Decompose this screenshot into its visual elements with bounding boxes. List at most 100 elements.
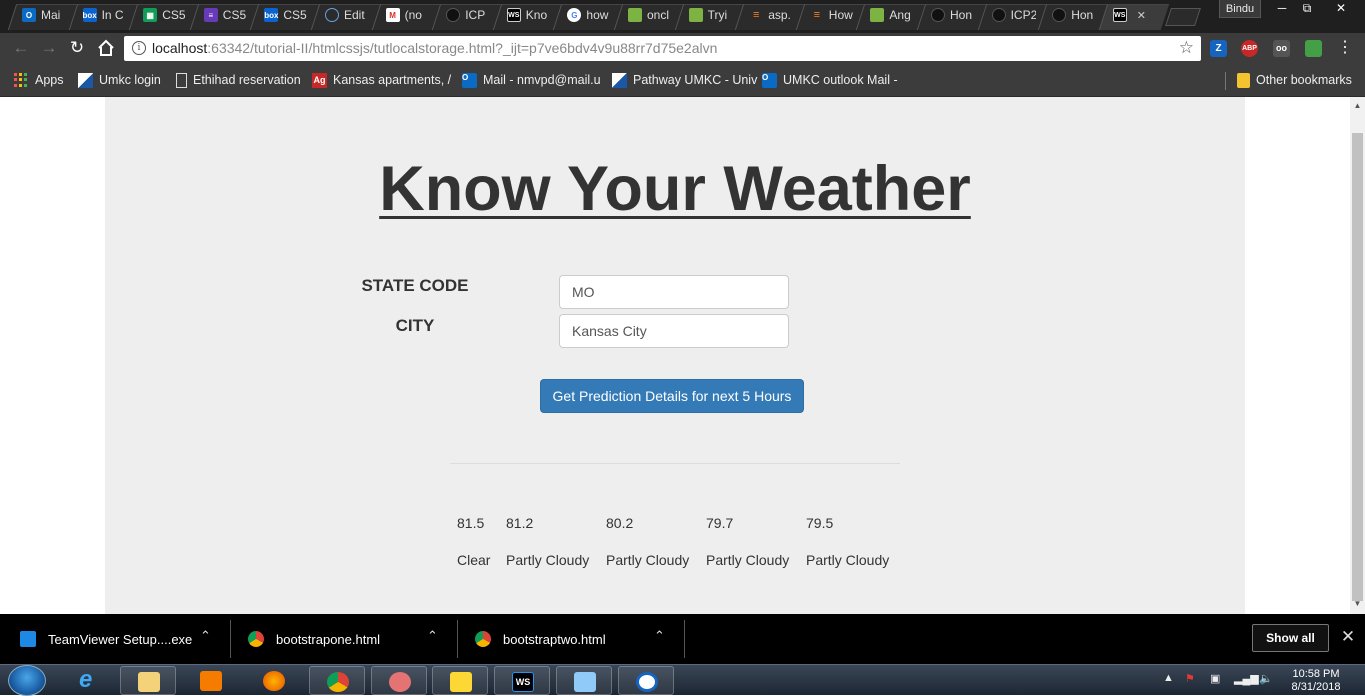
- tab-title: ICP: [465, 8, 486, 22]
- site-info-icon[interactable]: i: [132, 41, 146, 55]
- download-divider: [457, 620, 458, 658]
- browser-tab-content: WS Kno: [506, 4, 551, 26]
- webstorm-icon: WS: [512, 672, 534, 692]
- tab-close-icon[interactable]: ✕: [1137, 9, 1146, 22]
- download-options-icon[interactable]: ⌃: [427, 628, 438, 644]
- forecast-temperature: 79.5: [806, 515, 834, 531]
- tray-expand-icon[interactable]: ▲: [1163, 672, 1174, 684]
- tab-title: CS5: [162, 8, 186, 22]
- profile-button[interactable]: Bindu: [1219, 0, 1261, 18]
- teamviewer-button[interactable]: [618, 666, 674, 695]
- bookmark-umkc-outlook[interactable]: O UMKC outlook Mail -: [762, 71, 898, 89]
- shield-extension-icon[interactable]: [1305, 40, 1322, 57]
- scroll-down-icon[interactable]: ▼: [1350, 597, 1365, 611]
- box-icon: box: [264, 8, 279, 22]
- new-tab-button[interactable]: [1165, 8, 1201, 26]
- snipping-tool-button[interactable]: [371, 666, 427, 695]
- media-player-icon: [200, 671, 222, 691]
- folder-icon: [1237, 72, 1250, 88]
- snipping-tool-icon: [389, 672, 411, 692]
- browser-tab-strip: Bindu ─ ⧉ ✕ O Mai box In C ▦ CS5 ≡ CS5 box CS5 Edi…: [0, 0, 1365, 33]
- download-item[interactable]: TeamViewer Setup....exe: [20, 620, 192, 658]
- apps-grid-icon: [14, 72, 29, 88]
- restore-icon[interactable]: ⧉: [1295, 0, 1319, 18]
- browser-tab-content: box CS5: [264, 4, 308, 26]
- taskbar-clock[interactable]: 10:58 PM 8/31/2018: [1283, 668, 1349, 694]
- download-item[interactable]: bootstraptwo.html: [475, 620, 606, 658]
- back-icon[interactable]: ←: [9, 36, 33, 60]
- chrome-menu-icon[interactable]: ⋮: [1337, 37, 1353, 57]
- tray-flag-icon[interactable]: ⚑: [1185, 672, 1195, 685]
- browser-tab-content: O Mai: [22, 4, 66, 26]
- umkc-icon: [78, 72, 93, 88]
- tab-title: Hon: [950, 8, 973, 22]
- reload-icon[interactable]: ↻: [65, 36, 89, 60]
- adblock-plus-icon[interactable]: ABP: [1241, 40, 1258, 57]
- chrome-icon: [248, 631, 264, 647]
- github-icon: [446, 8, 461, 22]
- tray-device-icon[interactable]: ▣: [1210, 672, 1220, 685]
- chrome-taskbar-button[interactable]: [309, 666, 365, 695]
- tab-title: ICP2: [1010, 8, 1036, 22]
- bookmark-label: Other bookmarks: [1256, 73, 1352, 87]
- browser-tab-content: Hon: [931, 4, 975, 26]
- forecast-temperature: 81.5: [457, 515, 485, 531]
- tab-title: Tryi: [707, 8, 728, 22]
- firefox-button[interactable]: [246, 666, 302, 695]
- bookmark-star-icon[interactable]: ☆: [1179, 38, 1194, 58]
- firefox-icon: [263, 671, 285, 691]
- download-options-icon[interactable]: ⌃: [200, 628, 211, 644]
- minimize-icon[interactable]: ─: [1270, 0, 1294, 18]
- state-code-label: STATE CODE: [361, 276, 469, 295]
- address-bar[interactable]: i localhost:63342/tutorial-II/htmlcssjs/…: [124, 36, 1201, 61]
- bookmark-label: Ethihad reservation: [193, 73, 301, 87]
- bookmark-umkc-login[interactable]: Umkc login: [78, 71, 161, 89]
- volume-icon[interactable]: 🔈: [1259, 672, 1273, 685]
- url-text: localhost:63342/tutorial-II/htmlcssjs/tu…: [152, 40, 718, 56]
- download-options-icon[interactable]: ⌃: [654, 628, 665, 644]
- webstorm-button[interactable]: WS: [494, 666, 550, 695]
- page-scrollbar[interactable]: ▲ ▼: [1350, 97, 1365, 614]
- download-filename: bootstraptwo.html: [503, 631, 606, 647]
- forecast-item: 81.2 Partly Cloudy: [506, 515, 589, 568]
- city-input[interactable]: [559, 314, 789, 348]
- forecast-condition: Partly Cloudy: [806, 552, 890, 568]
- get-prediction-button[interactable]: Get Prediction Details for next 5 Hours: [540, 379, 804, 413]
- outlook-icon: O: [22, 8, 36, 22]
- start-button[interactable]: [8, 665, 46, 696]
- zotero-extension-icon[interactable]: Z: [1210, 40, 1227, 57]
- media-player-button[interactable]: [183, 666, 239, 695]
- network-icon[interactable]: ▂▄▆: [1234, 672, 1259, 685]
- download-item[interactable]: bootstrapone.html: [248, 620, 380, 658]
- chart-icon: [870, 8, 885, 22]
- forward-icon[interactable]: →: [37, 36, 61, 60]
- folder-button[interactable]: [432, 666, 488, 695]
- state-code-input[interactable]: [559, 275, 789, 309]
- scrollbar-thumb[interactable]: [1352, 133, 1363, 601]
- show-all-button[interactable]: Show all: [1252, 624, 1329, 652]
- browser-tab-content: ≡ asp.: [749, 4, 793, 26]
- bookmark-kansas-apartments[interactable]: Ag Kansas apartments, /: [312, 71, 451, 89]
- window-close-icon[interactable]: ✕: [1325, 0, 1357, 18]
- internet-explorer-button[interactable]: e: [62, 666, 118, 695]
- windows-taskbar: e WS ▲ ⚑ ▣ ▂▄▆ 🔈 10:58 PM 8/31/2018: [0, 664, 1365, 696]
- scroll-up-icon[interactable]: ▲: [1350, 99, 1365, 113]
- bookmark-label: UMKC outlook Mail -: [783, 73, 898, 87]
- extension-icon[interactable]: oo: [1273, 40, 1290, 57]
- other-bookmarks[interactable]: Other bookmarks: [1237, 71, 1352, 89]
- tab-title: CS5: [222, 8, 247, 22]
- bookmark-mail[interactable]: O Mail - nmvpd@mail.u: [462, 71, 601, 89]
- home-icon[interactable]: [94, 36, 118, 60]
- bookmark-label: Pathway UMKC - Univ: [633, 73, 758, 87]
- bookmark-pathway[interactable]: Pathway UMKC - Univ: [612, 71, 757, 89]
- close-shelf-icon[interactable]: ✕: [1339, 627, 1357, 647]
- file-explorer-button[interactable]: [120, 666, 176, 695]
- chart-icon: [628, 8, 642, 22]
- tab-title: (no: [404, 8, 422, 22]
- chrome-icon: [475, 631, 491, 647]
- browser-toolbar: ← → ↻ i localhost:63342/tutorial-II/html…: [0, 33, 1365, 64]
- bookmark-apps[interactable]: Apps: [14, 71, 64, 89]
- internet-explorer-icon: e: [79, 666, 93, 693]
- notepad-button[interactable]: [556, 666, 612, 695]
- bookmark-ethihad[interactable]: Ethihad reservation: [176, 71, 301, 89]
